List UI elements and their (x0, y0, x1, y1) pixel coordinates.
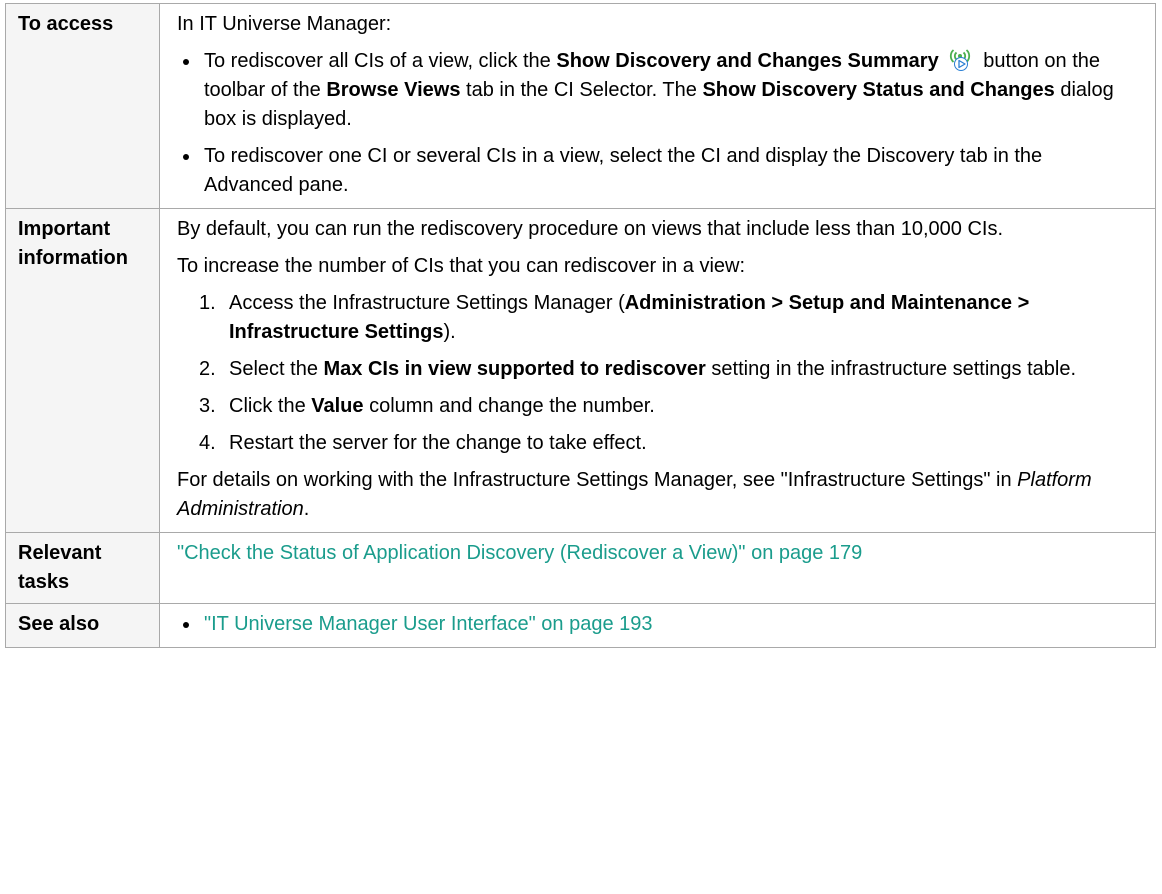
text-span: Select the (229, 358, 324, 380)
important-paragraph: To increase the number of CIs that you c… (177, 255, 746, 277)
row-label-to-access: To access (5, 3, 160, 209)
row-to-access: To access In IT Universe Manager: To red… (5, 3, 1156, 209)
row-important-information: Important information By default, you ca… (5, 208, 1156, 533)
step-number: 3. (199, 395, 216, 417)
row-relevant-tasks: Relevant tasks "Check the Status of Appl… (5, 532, 1156, 604)
step-number: 1. (199, 292, 216, 314)
row-content-important-information: By default, you can run the rediscovery … (159, 208, 1156, 533)
text-span: Click the (229, 395, 312, 417)
text-span: ). (443, 321, 456, 343)
info-table: To access In IT Universe Manager: To red… (5, 3, 1156, 648)
discovery-status-dialog-ref: Show Discovery Status and Changes (702, 79, 1055, 101)
show-discovery-summary-button-ref: Show Discovery and Changes Summary (556, 50, 939, 72)
relevant-task-link[interactable]: "Check the Status of Application Discove… (177, 542, 862, 564)
discovery-summary-icon (949, 47, 971, 71)
bullet-dot (183, 622, 189, 628)
important-details-paragraph: For details on working with the Infrastr… (177, 466, 1135, 524)
row-label-see-also: See also (5, 603, 160, 648)
row-content-see-also: "IT Universe Manager User Interface" on … (159, 603, 1156, 648)
step-item: 2. Select the Max CIs in view supported t… (177, 355, 1135, 384)
text-span: For details on working with the Infrastr… (177, 469, 1018, 491)
row-content-relevant-tasks: "Check the Status of Application Discove… (159, 532, 1156, 604)
text-span: setting in the infrastructure settings t… (705, 358, 1077, 380)
step-number: 4. (199, 432, 216, 454)
text-span: Access the Infrastructure Settings Manag… (229, 292, 625, 314)
see-also-list: "IT Universe Manager User Interface" on … (177, 610, 1135, 639)
text-span: Restart the server for the change to tak… (229, 432, 647, 454)
see-also-link[interactable]: "IT Universe Manager User Interface" on … (204, 613, 653, 635)
text-span: column and change the number. (363, 395, 655, 417)
step-item: 4. Restart the server for the change to t… (177, 429, 1135, 458)
access-intro: In IT Universe Manager: (177, 13, 392, 35)
row-label-relevant-tasks: Relevant tasks (5, 532, 160, 604)
text-span: . (303, 498, 310, 520)
row-label-important-information: Important information (5, 208, 160, 533)
row-see-also: See also "IT Universe Manager User Inter… (5, 603, 1156, 648)
access-bullet-list: To rediscover all CIs of a view, click t… (177, 47, 1135, 200)
important-paragraph: By default, you can run the rediscovery … (177, 218, 1004, 240)
bullet-dot (183, 59, 189, 65)
row-content-to-access: In IT Universe Manager: To rediscover al… (159, 3, 1156, 209)
text-span: To rediscover one CI or several CIs in a… (204, 145, 1043, 196)
access-bullet-item: To rediscover all CIs of a view, click t… (177, 47, 1135, 134)
value-column-ref: Value (311, 395, 364, 417)
step-item: 3. Click the Value column and change the … (177, 392, 1135, 421)
text-span: To rediscover all CIs of a view, click t… (204, 50, 557, 72)
text-span: tab in the CI Selector. The (460, 79, 703, 101)
setting-name-ref: Max CIs in view supported to rediscover (323, 358, 706, 380)
access-bullet-item: To rediscover one CI or several CIs in a… (177, 142, 1135, 200)
browse-views-tab-ref: Browse Views (326, 79, 461, 101)
see-also-item: "IT Universe Manager User Interface" on … (177, 610, 1135, 639)
step-item: 1. Access the Infrastructure Settings Man… (177, 289, 1135, 347)
step-number: 2. (199, 358, 216, 380)
bullet-dot (183, 154, 189, 160)
steps-list: 1. Access the Infrastructure Settings Man… (177, 289, 1135, 458)
